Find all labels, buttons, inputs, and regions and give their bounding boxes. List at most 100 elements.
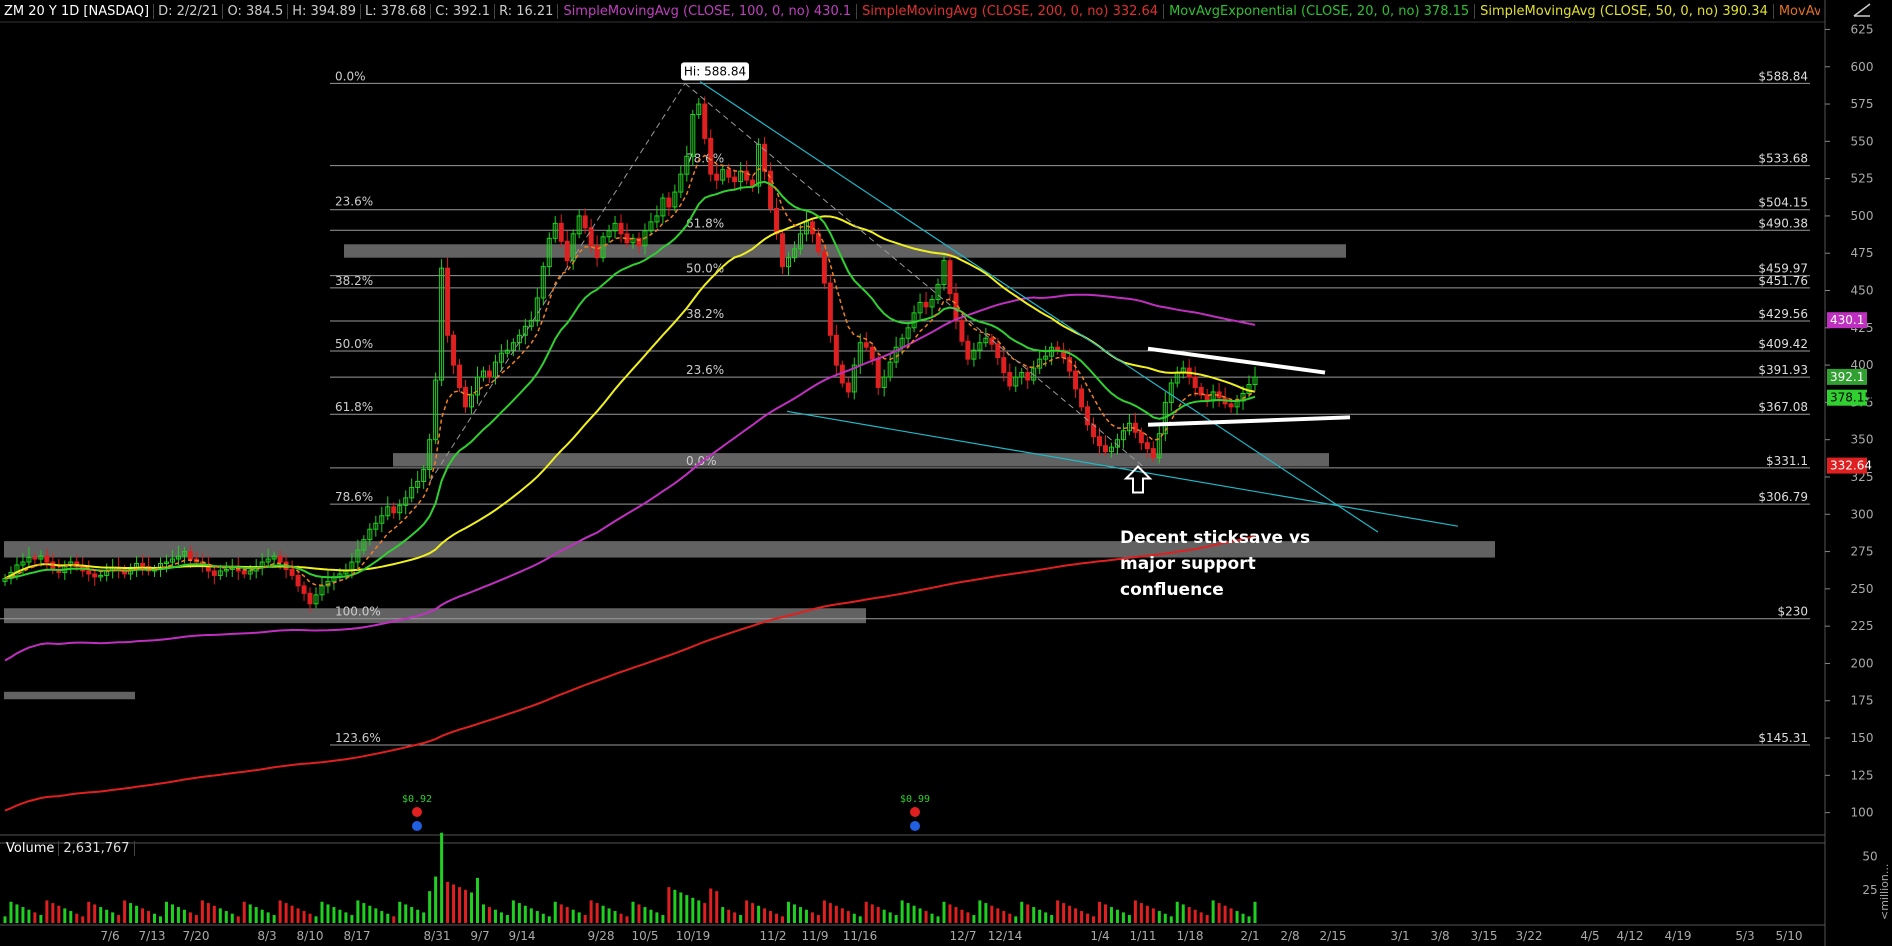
study-label[interactable]: MovAvgExponential (CLOSE, 8, 0, ... (1774, 4, 1820, 19)
volume-bar (523, 905, 527, 923)
candle-body (486, 370, 492, 378)
volume-bar (188, 912, 192, 923)
volume-bar (1103, 904, 1107, 923)
volume-bar (589, 900, 593, 923)
candle-body (714, 173, 720, 181)
volume-bar (1032, 907, 1036, 923)
volume-bar (1026, 904, 1030, 923)
trendline-lower (786, 410, 1459, 527)
study-label[interactable]: SimpleMovingAvg (CLOSE, 100, 0, no) 430.… (558, 3, 858, 19)
pennant-upper (1147, 346, 1326, 375)
price-level-label: $429.56 (1758, 307, 1808, 321)
volume-bar (499, 912, 503, 923)
volume-bar (1217, 903, 1221, 923)
volume-bar (948, 904, 952, 923)
x-tick-label: 8/17 (344, 929, 371, 943)
volume-bar (619, 913, 623, 923)
x-tick-label: 12/14 (988, 929, 1023, 943)
volume-bar (15, 904, 19, 923)
sma100-badge: 430.1 (1830, 313, 1864, 327)
volume-bar (1181, 904, 1185, 923)
volume-bar (834, 905, 838, 923)
fib-level-label: 38.2% (335, 274, 373, 288)
volume-bar (1253, 901, 1257, 923)
study-label[interactable]: SimpleMovingAvg (CLOSE, 200, 0, no) 332.… (857, 3, 1165, 19)
candle-body (618, 222, 624, 235)
volume-bar (846, 911, 850, 923)
price-chart[interactable]: 6256005755505255004754504254003753503253… (0, 0, 1892, 946)
volume-bar (446, 881, 450, 923)
volume-bar (493, 909, 497, 923)
volume-bar (39, 915, 43, 923)
candle-body (947, 260, 953, 294)
volume-bar (601, 905, 605, 923)
sma100-line (4, 293, 1256, 662)
y-tick-label: 525 (1851, 172, 1874, 186)
volume-bar (452, 884, 456, 923)
x-tick-label: 9/7 (470, 929, 489, 943)
candle-body (463, 386, 469, 408)
volume-bar (822, 900, 826, 923)
volume-bar (296, 908, 300, 923)
volume-bar (87, 901, 91, 923)
x-tick-label: 1/18 (1177, 929, 1204, 943)
volume-bar (1115, 909, 1119, 923)
volume-bar (278, 900, 282, 923)
y-tick-label: 175 (1851, 694, 1874, 708)
candle-body (780, 233, 786, 268)
x-tick-label: 4/19 (1665, 929, 1692, 943)
volume-bar (123, 900, 127, 923)
symbol-label[interactable]: ZM 20 Y 1D [NASDAQ] (0, 3, 155, 19)
volume-title: Volume (2, 841, 60, 856)
volume-bar (236, 916, 240, 923)
volume-bar (733, 912, 737, 923)
price-level-label: $331.1 (1766, 454, 1808, 468)
fib-level-label: 50.0% (335, 337, 373, 351)
annotation-line-3: confluence (1120, 580, 1224, 600)
volume-bar (1247, 916, 1251, 923)
sma200-badge: 332.64 (1830, 459, 1872, 473)
study-label[interactable]: MovAvgExponential (CLOSE, 20, 0, no) 378… (1164, 3, 1476, 19)
x-tick-label: 4/5 (1580, 929, 1599, 943)
study-label[interactable]: SimpleMovingAvg (CLOSE, 50, 0, no) 390.3… (1475, 3, 1774, 19)
volume-bar (918, 908, 922, 923)
volume-bar (1002, 911, 1006, 923)
volume-bar (93, 904, 97, 923)
candle-body (391, 506, 397, 514)
volume-bar (362, 903, 366, 923)
x-tick-label: 2/15 (1320, 929, 1347, 943)
volume-bar (1068, 905, 1072, 923)
volume-bar (637, 904, 641, 923)
candle-body (140, 563, 146, 567)
y-tick-label: 275 (1851, 545, 1874, 559)
x-tick-label: 8/3 (257, 929, 276, 943)
candle-body (1007, 372, 1013, 387)
y-tick-label: 250 (1851, 582, 1874, 596)
price-level-label: $588.84 (1758, 69, 1808, 83)
volume-bar (505, 915, 509, 923)
x-tick-label: 8/10 (297, 929, 324, 943)
volume-bar (75, 913, 79, 923)
volume-bar (338, 909, 342, 923)
volume-bar (625, 916, 629, 923)
volume-bar (1193, 909, 1197, 923)
annotation-line-2: major support (1120, 554, 1256, 574)
draw-tool-icon[interactable] (1852, 2, 1872, 18)
high-label: H: 394.89 (288, 3, 361, 19)
volume-bar (1020, 901, 1024, 923)
candle-body (301, 585, 307, 594)
volume-bar (398, 901, 402, 923)
candle-body (732, 176, 738, 183)
candle-body (744, 170, 750, 181)
volume-bar (840, 908, 844, 923)
volume-bar (21, 907, 25, 923)
volume-bar (33, 912, 37, 923)
volume-bar (1086, 913, 1090, 923)
volume-bar (1074, 908, 1078, 923)
volume-bar (9, 901, 13, 923)
candle-body (1102, 445, 1108, 453)
candle-body (1079, 388, 1085, 408)
price-level-label: $391.93 (1758, 363, 1808, 377)
volume-bar (422, 912, 426, 923)
volume-bar (308, 913, 312, 923)
